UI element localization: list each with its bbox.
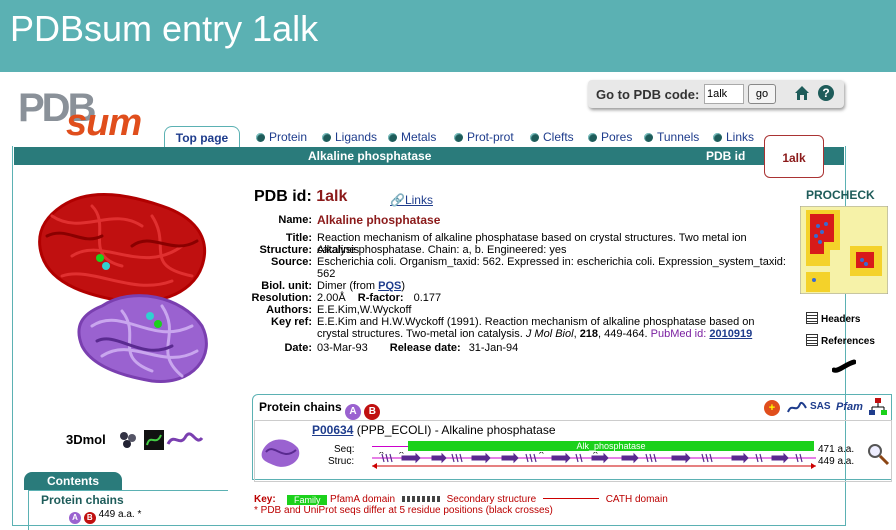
chain-b-badge[interactable]: B: [83, 512, 96, 524]
tadpole-icon[interactable]: [832, 358, 856, 374]
chain-a-badge[interactable]: A: [69, 512, 81, 524]
struc-length: 449 a.a.: [818, 456, 855, 467]
procheck-title[interactable]: PROCHECK: [806, 188, 886, 202]
chain-a-badge[interactable]: A: [345, 404, 362, 420]
tab-bullet-icon: [530, 133, 539, 142]
seq-length: 471 a.a.: [818, 444, 855, 455]
chain-b-badge[interactable]: B: [364, 404, 381, 420]
secondary-structure-swatch: [401, 496, 440, 502]
tab-bullet-icon: [588, 133, 597, 142]
page-title: PDBsum entry 1alk: [10, 8, 319, 49]
svg-text:×: ×: [538, 452, 545, 456]
entry-title: Alkaline phosphatase: [308, 149, 432, 163]
contents-header: Contents: [24, 472, 122, 490]
goto-label: Go to PDB code:: [596, 87, 700, 102]
pqs-link[interactable]: PQS: [378, 280, 401, 292]
tab-top-page[interactable]: Top page: [164, 126, 240, 148]
chain-thumbnail[interactable]: [258, 432, 304, 472]
uniprot-entry: P00634 (PPB_ECOLI) - Alkaline phosphatas…: [312, 423, 556, 437]
tree-icon[interactable]: [868, 398, 888, 416]
svg-text:×: ×: [592, 452, 599, 456]
secondary-structure-track[interactable]: × × × ×: [372, 452, 818, 470]
cath-swatch: [542, 498, 599, 499]
procheck-panel: PROCHECK: [800, 188, 888, 294]
pdb-code-input[interactable]: [704, 84, 744, 104]
svg-text:×: ×: [398, 452, 405, 456]
tab-pores[interactable]: Pores: [588, 130, 632, 144]
home-icon[interactable]: [794, 85, 810, 101]
nav-tabs: Top page Protein Ligands Metals Prot-pro…: [164, 126, 864, 148]
tab-bullet-icon: [713, 133, 722, 142]
links-link[interactable]: 🔗Links: [390, 193, 433, 207]
ramachandran-plot-thumbnail[interactable]: [800, 206, 888, 294]
protein-chains-header: Protein chains A B: [259, 400, 381, 420]
pdb-id-label: PDB id: [706, 149, 746, 163]
struc-label: Struc:: [328, 456, 355, 467]
page-banner: PDBsum entry 1alk: [0, 0, 896, 72]
chain-tool-icons: + SAS Pfam: [764, 398, 894, 416]
tab-bullet-icon: [454, 133, 463, 142]
magnifier-icon[interactable]: [866, 442, 890, 466]
tab-prot-prot[interactable]: Prot-prot: [454, 130, 514, 144]
svg-text:×: ×: [378, 452, 385, 456]
legend-key: Key: Family PfamA domain Secondary struc…: [254, 494, 668, 505]
tab-protein[interactable]: Protein: [256, 130, 307, 144]
pdb-id-tab: 1alk: [764, 135, 824, 178]
swiss-pdb-viewer-icon[interactable]: [166, 430, 204, 450]
headers-link[interactable]: Headers: [806, 312, 860, 325]
tab-bullet-icon: [644, 133, 653, 142]
pfam-domain-bar[interactable]: Alk_phosphatase: [408, 441, 814, 451]
contents-panel: Protein chains A B 449 a.a. *: [28, 490, 228, 530]
tab-tunnels[interactable]: Tunnels: [644, 130, 699, 144]
uniprot-accession-link[interactable]: P00634: [312, 423, 353, 437]
tab-bullet-icon: [256, 133, 265, 142]
go-button[interactable]: go: [748, 84, 776, 104]
entry-title-bar: Alkaline phosphatase PDB id: [14, 147, 844, 165]
tab-bullet-icon: [388, 133, 397, 142]
help-icon[interactable]: ?: [818, 85, 834, 101]
jmol-icon[interactable]: [144, 430, 164, 450]
topology-icon[interactable]: [786, 400, 808, 416]
references-link[interactable]: References: [806, 334, 875, 347]
pfam-icon[interactable]: Pfam: [836, 401, 863, 413]
plus-icon[interactable]: +: [764, 400, 780, 416]
document-icon: [806, 312, 818, 324]
3dmol-link[interactable]: 3Dmol: [66, 432, 106, 447]
goto-pdb-panel: Go to PDB code: go ?: [588, 80, 844, 108]
document-icon: [806, 334, 818, 346]
protein-structure-image[interactable]: [22, 186, 232, 396]
tab-metals[interactable]: Metals: [388, 130, 436, 144]
pubmed-link[interactable]: 2010919: [709, 328, 752, 340]
seq-label: Seq:: [334, 444, 355, 455]
rasmol-icon[interactable]: [118, 430, 138, 450]
tab-ligands[interactable]: Ligands: [322, 130, 377, 144]
logo-sum-text: sum: [66, 102, 142, 144]
family-swatch: Family: [287, 495, 328, 505]
contents-chain-summary: A B 449 a.a. *: [69, 509, 141, 524]
link-icon: 🔗: [390, 193, 405, 207]
tab-clefts[interactable]: Clefts: [530, 130, 574, 144]
sas-icon[interactable]: SAS: [810, 401, 831, 412]
sequence-note: * PDB and UniProt seqs differ at 5 resid…: [254, 505, 553, 516]
tab-bullet-icon: [322, 133, 331, 142]
pdbsum-logo[interactable]: PDB sum: [18, 86, 158, 144]
tab-links[interactable]: Links: [713, 130, 754, 144]
pdb-id-heading: PDB id: 1alk: [254, 188, 348, 205]
contents-protein-chains-link[interactable]: Protein chains: [41, 493, 124, 507]
seq-line: [372, 446, 408, 447]
